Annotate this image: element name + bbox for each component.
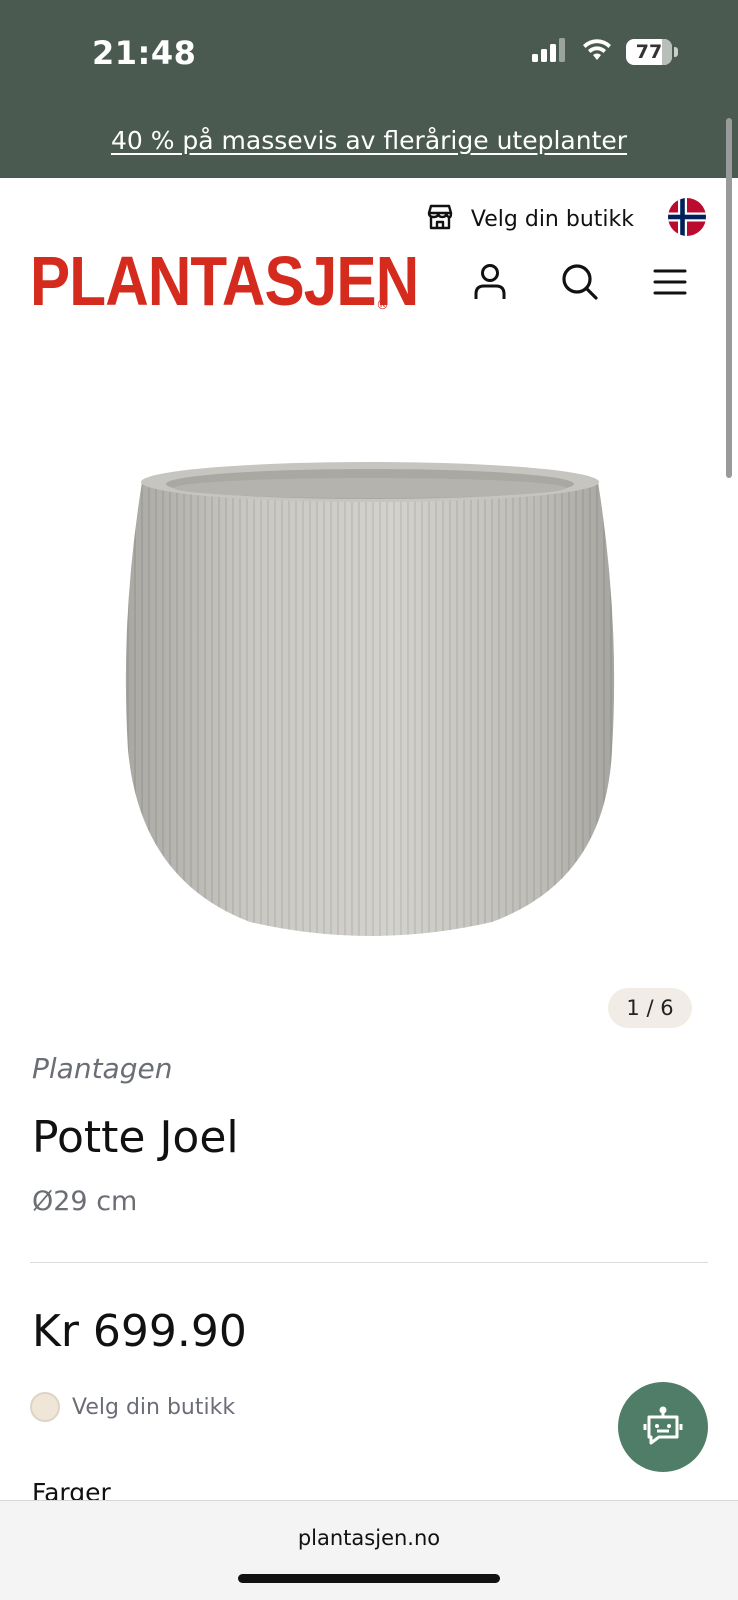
home-indicator[interactable] bbox=[238, 1574, 500, 1583]
product-size: Ø29 cm bbox=[32, 1186, 138, 1217]
status-indicators: 77 bbox=[532, 38, 678, 66]
store-availability-label: Velg din butikk bbox=[72, 1394, 236, 1420]
product-image[interactable] bbox=[120, 460, 625, 950]
header-actions bbox=[470, 262, 690, 302]
image-counter: 1 / 6 bbox=[608, 988, 692, 1028]
product-price: Kr 699.90 bbox=[32, 1306, 247, 1357]
store-selector-label: Velg din butikk bbox=[470, 206, 634, 232]
store-icon bbox=[425, 202, 455, 236]
status-time: 21:48 bbox=[92, 34, 197, 72]
site-logo[interactable]: PLANTASJEN bbox=[30, 246, 419, 316]
menu-icon[interactable] bbox=[650, 262, 690, 302]
store-availability-selector[interactable]: Velg din butikk bbox=[30, 1392, 235, 1422]
logo-registered-mark: ® bbox=[376, 298, 389, 313]
store-selector[interactable]: Velg din butikk bbox=[425, 198, 706, 240]
chat-bot-button[interactable] bbox=[618, 1382, 708, 1472]
store-radio-icon[interactable] bbox=[30, 1392, 60, 1422]
product-brand: Plantagen bbox=[32, 1052, 173, 1085]
wifi-icon bbox=[582, 38, 612, 66]
product-title: Potte Joel bbox=[32, 1112, 239, 1163]
search-icon[interactable] bbox=[560, 262, 600, 302]
top-banner: 21:48 77 40 % på massevis av flerårige u… bbox=[0, 0, 738, 178]
battery-icon: 77 bbox=[626, 39, 678, 65]
battery-level: 77 bbox=[635, 41, 663, 63]
norway-flag-icon[interactable] bbox=[668, 198, 706, 240]
browser-url[interactable]: plantasjen.no bbox=[0, 1526, 738, 1550]
promo-link[interactable]: 40 % på massevis av flerårige uteplanter bbox=[0, 126, 738, 155]
account-icon[interactable] bbox=[470, 262, 510, 302]
browser-bottom-bar bbox=[0, 1500, 738, 1600]
page-scrollbar[interactable] bbox=[726, 118, 732, 478]
signal-icon bbox=[532, 38, 568, 66]
divider bbox=[30, 1262, 708, 1263]
